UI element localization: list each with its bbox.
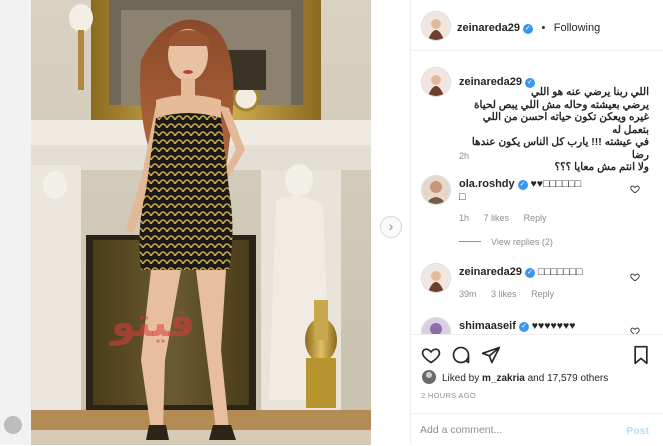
comment-time: 1h — [459, 213, 470, 223]
caption-line: في عيشته !!! يارب كل الناس يكون عندها رض… — [471, 136, 649, 161]
comment-text: □□□□□□□ — [537, 266, 583, 278]
verified-icon: ✓ — [522, 24, 533, 34]
post-header: zeinareda29 ✓ • Following — [411, 0, 663, 51]
avatar[interactable] — [421, 175, 451, 205]
avatar[interactable] — [421, 263, 451, 293]
reply-button[interactable]: Reply — [524, 213, 547, 223]
liker-avatar[interactable] — [422, 370, 436, 384]
dot-separator: • — [541, 22, 546, 34]
caption-line: يرضي بعيشته وحاله مش اللي يبص لحياة — [474, 98, 649, 111]
comment-icon[interactable] — [451, 345, 471, 365]
comment-text-continued: □ — [459, 191, 466, 203]
divider — [459, 241, 481, 242]
like-heart-icon[interactable] — [421, 345, 441, 365]
comment-text: ♥♥□□□□□□ — [530, 178, 582, 190]
liked-by: Liked by m_zakria and 17,579 others — [442, 373, 608, 384]
previous-post-strip — [0, 0, 31, 445]
comment-author[interactable]: ola.roshdy — [459, 178, 515, 190]
photo-watermark: فيتو — [111, 300, 195, 346]
view-replies-button[interactable]: View replies (2) — [459, 237, 553, 247]
caption-line: ولا انتم مش معايا ؟؟؟ — [554, 161, 649, 173]
liked-by-user[interactable]: m_zakria — [482, 373, 525, 384]
comment-meta: 39m 3 likes Reply — [459, 289, 566, 299]
avatar[interactable] — [421, 67, 451, 97]
comment-author[interactable]: shimaaseif — [459, 320, 516, 332]
post-button[interactable]: Post — [626, 425, 649, 437]
previous-post-dot[interactable] — [4, 416, 22, 434]
reply-button[interactable]: Reply — [531, 289, 554, 299]
comment-meta: 1h 7 likes Reply — [459, 213, 559, 223]
chevron-right-icon[interactable]: › — [380, 216, 402, 238]
verified-icon: ✓ — [524, 268, 535, 278]
heart-icon[interactable] — [630, 326, 640, 334]
comment-likes[interactable]: 7 likes — [484, 213, 510, 223]
caption-time: 2h — [459, 151, 470, 161]
share-icon[interactable] — [481, 345, 501, 365]
comment-text: ♥♥♥♥♥♥♥ — [531, 320, 576, 332]
add-comment-bar: Post — [410, 413, 663, 446]
comment-time: 39m — [459, 289, 477, 299]
view-replies-label: View replies (2) — [491, 237, 553, 247]
verified-icon: ✓ — [517, 180, 528, 190]
post-author[interactable]: zeinareda29 — [457, 22, 520, 34]
avatar[interactable] — [421, 317, 451, 334]
comments-list[interactable]: zeinareda29 ✓ اللي ربنا يرضي عنه هو اللي … — [411, 51, 663, 334]
liked-by-prefix: Liked by — [442, 373, 483, 384]
liked-by-suffix[interactable]: and 17,579 others — [525, 373, 609, 384]
bookmark-icon[interactable] — [631, 345, 651, 365]
caption-line: اللي ربنا يرضي عنه هو اللي — [530, 86, 649, 98]
avatar[interactable] — [421, 11, 451, 41]
comment-input[interactable] — [420, 420, 610, 440]
comment-likes[interactable]: 3 likes — [491, 289, 517, 299]
comment-author[interactable]: zeinareda29 — [459, 266, 522, 278]
following-button[interactable]: Following — [554, 22, 600, 34]
post-time[interactable]: 2 HOURS AGO — [421, 391, 476, 400]
heart-icon[interactable] — [630, 272, 640, 282]
caption-line: غيره ويعكن تكون حياته احسن من اللي بتعمل… — [482, 111, 649, 136]
verified-icon: ✓ — [518, 322, 529, 332]
post-photo: فيتو — [31, 0, 371, 445]
caption-text: اللي ربنا يرضي عنه هو اللي يرضي بعيشته و… — [459, 86, 649, 174]
heart-icon[interactable] — [630, 184, 640, 194]
